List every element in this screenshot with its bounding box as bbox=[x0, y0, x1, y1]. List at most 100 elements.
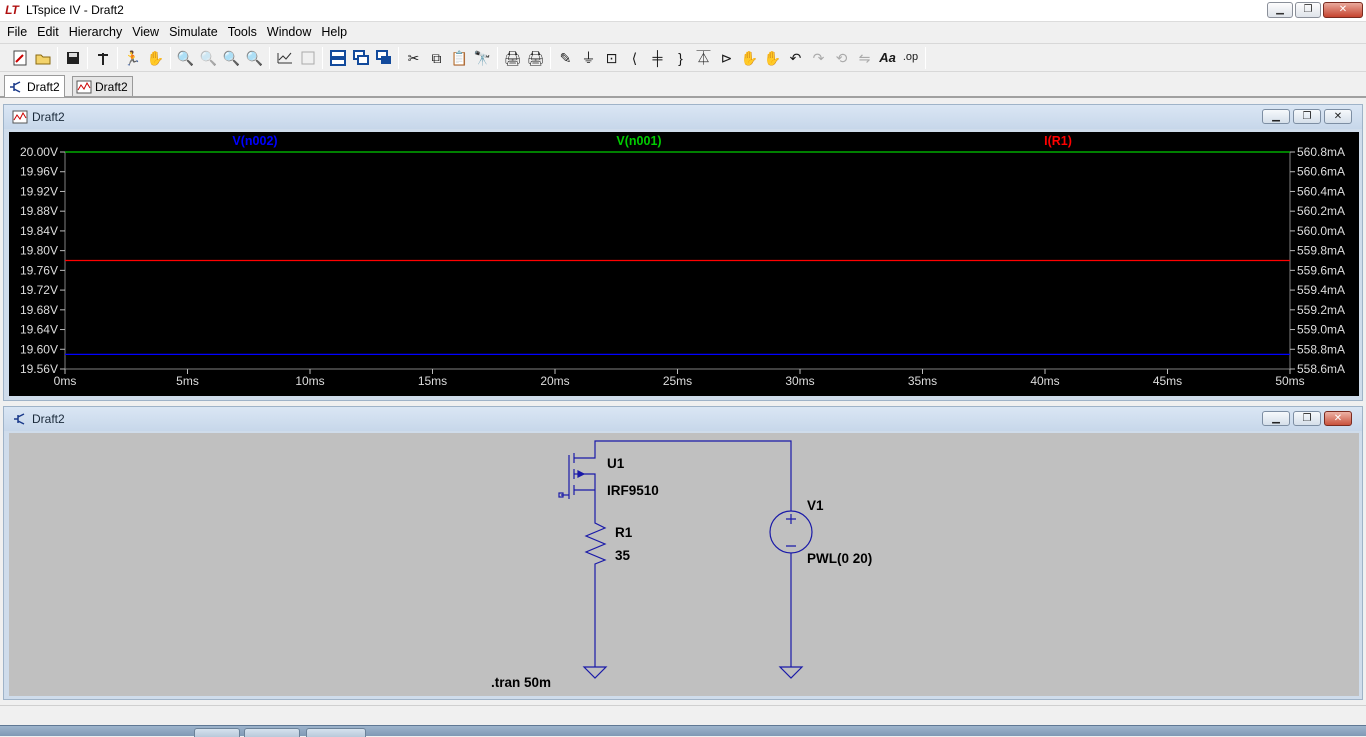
title-bar: LT LTspice IV - Draft2 ▁ ❐ ✕ bbox=[0, 0, 1366, 22]
status-bar bbox=[0, 705, 1366, 725]
y-right-tick-label: 559.4mA bbox=[1297, 283, 1345, 297]
print-setup-icon[interactable]: 🖨 bbox=[501, 46, 524, 69]
menu-tools[interactable]: Tools bbox=[223, 23, 262, 41]
minimize-button[interactable]: ▁ bbox=[1262, 109, 1290, 124]
menu-edit[interactable]: Edit bbox=[32, 23, 64, 41]
tab-label: Draft2 bbox=[95, 79, 128, 94]
minimize-button[interactable]: ▁ bbox=[1267, 2, 1293, 18]
zoom-in-icon[interactable]: 🔍 bbox=[174, 46, 197, 69]
toolbar-separator bbox=[398, 46, 399, 69]
zoom-out-icon[interactable]: 🔍 bbox=[220, 46, 243, 69]
ground-icon[interactable]: ⏚ bbox=[577, 46, 600, 69]
waveform-plot[interactable]: 20.00V 19.96V 19.92V 19.88V 19.84V 19.80V 19.7… bbox=[9, 132, 1359, 396]
y-left-tick-label: 19.56V bbox=[20, 362, 58, 376]
u1-designator[interactable]: U1 bbox=[607, 456, 625, 471]
y-right-tick-label: 560.4mA bbox=[1297, 184, 1345, 198]
y-left-tick-label: 19.84V bbox=[20, 224, 58, 238]
menu-window[interactable]: Window bbox=[262, 23, 316, 41]
menu-simulate[interactable]: Simulate bbox=[164, 23, 223, 41]
inductor-icon[interactable]: } bbox=[669, 46, 692, 69]
mirror-icon[interactable]: ⇋ bbox=[853, 46, 876, 69]
y-left-tick-label: 19.72V bbox=[20, 283, 58, 297]
toolbar-separator bbox=[497, 46, 498, 69]
cursor-grid-icon[interactable] bbox=[296, 46, 319, 69]
mosfet-u1[interactable] bbox=[558, 451, 596, 499]
tile-horizontal-icon[interactable] bbox=[326, 46, 349, 69]
ground-symbol[interactable] bbox=[778, 666, 804, 679]
drag-icon[interactable]: ✋ bbox=[761, 46, 784, 69]
move-icon[interactable]: ✋ bbox=[738, 46, 761, 69]
toolbar-separator bbox=[170, 46, 171, 69]
u1-value[interactable]: IRF9510 bbox=[607, 483, 659, 498]
close-button[interactable]: ✕ bbox=[1323, 2, 1363, 18]
label-net-icon[interactable]: ⊡ bbox=[600, 46, 623, 69]
menu-help[interactable]: Help bbox=[316, 23, 352, 41]
spice-directive[interactable]: .tran 50m bbox=[491, 675, 551, 690]
print-icon[interactable]: 🖨 bbox=[524, 46, 547, 69]
schematic-drawing[interactable]: U1 IRF9510 R1 35 V1 PWL(0 20) .tran 50m bbox=[9, 433, 1359, 696]
plot-area[interactable]: 20.00V 19.96V 19.92V 19.88V 19.84V 19.80V 19.7… bbox=[9, 132, 1359, 396]
ground-symbol[interactable] bbox=[582, 666, 608, 679]
resistor-r1[interactable] bbox=[584, 519, 607, 667]
minimize-button[interactable]: ▁ bbox=[1262, 411, 1290, 426]
undo-icon[interactable]: ↶ bbox=[784, 46, 807, 69]
x-tick-label: 50ms bbox=[1275, 374, 1304, 388]
zoom-fit-icon[interactable]: 🔍 bbox=[243, 46, 266, 69]
schematic-icon bbox=[10, 80, 21, 93]
y-left-tick-label: 19.76V bbox=[20, 263, 58, 277]
zoom-pan-icon[interactable]: 🔍 bbox=[197, 46, 220, 69]
cut-icon[interactable]: ✂ bbox=[402, 46, 425, 69]
tab-schematic[interactable]: Draft2 bbox=[4, 75, 65, 97]
close-all-icon[interactable] bbox=[372, 46, 395, 69]
copy-icon[interactable]: ⧉ bbox=[425, 46, 448, 69]
component-icon[interactable]: ⊳ bbox=[715, 46, 738, 69]
run-icon[interactable]: 🏃 bbox=[121, 46, 144, 69]
save-icon[interactable] bbox=[61, 46, 84, 69]
ltspice-app-icon[interactable]: LT bbox=[5, 3, 19, 17]
text-icon[interactable]: Aa bbox=[876, 46, 899, 69]
wire-top[interactable] bbox=[594, 440, 792, 511]
y-left-tick-label: 19.96V bbox=[20, 165, 58, 179]
toolbar-separator bbox=[117, 46, 118, 69]
waveform-window-titlebar[interactable]: Draft2 ▁ ❐ ✕ bbox=[4, 105, 1362, 129]
window-title: LTspice IV - Draft2 bbox=[26, 3, 124, 17]
r1-value[interactable]: 35 bbox=[615, 548, 631, 563]
capacitor-icon[interactable]: ╪ bbox=[646, 46, 669, 69]
close-button[interactable]: ✕ bbox=[1324, 411, 1352, 426]
restore-button[interactable]: ❐ bbox=[1295, 2, 1321, 18]
open-icon[interactable] bbox=[31, 46, 54, 69]
y-right-tick-label: 559.6mA bbox=[1297, 263, 1345, 277]
rotate-icon[interactable]: ⟲ bbox=[830, 46, 853, 69]
y-right-tick-label: 559.8mA bbox=[1297, 244, 1345, 258]
schematic-window-titlebar[interactable]: Draft2 ▁ ❐ ✕ bbox=[4, 407, 1362, 431]
document-tabs: Draft2 Draft2 bbox=[0, 73, 1366, 98]
menu-view[interactable]: View bbox=[127, 23, 164, 41]
autorange-icon[interactable] bbox=[273, 46, 296, 69]
v1-value[interactable]: PWL(0 20) bbox=[807, 551, 872, 566]
paste-icon[interactable]: 📋 bbox=[448, 46, 471, 69]
resistor-icon[interactable]: ⟨ bbox=[623, 46, 646, 69]
spice-directive-icon[interactable]: .op bbox=[899, 46, 922, 69]
x-tick-label: 45ms bbox=[1153, 374, 1182, 388]
draw-wire-icon[interactable]: ✎ bbox=[554, 46, 577, 69]
toolbar-separator bbox=[925, 46, 926, 69]
halt-icon[interactable]: ✋ bbox=[144, 46, 167, 69]
menu-file[interactable]: File bbox=[2, 23, 32, 41]
diode-icon[interactable]: ⏄ bbox=[692, 46, 715, 69]
restore-button[interactable]: ❐ bbox=[1293, 411, 1321, 426]
menu-hierarchy[interactable]: Hierarchy bbox=[64, 23, 128, 41]
close-button[interactable]: ✕ bbox=[1324, 109, 1352, 124]
restore-button[interactable]: ❐ bbox=[1293, 109, 1321, 124]
menu-bar: File Edit Hierarchy View Simulate Tools … bbox=[0, 22, 1366, 42]
cascade-icon[interactable] bbox=[349, 46, 372, 69]
redo-icon[interactable]: ↷ bbox=[807, 46, 830, 69]
tab-waveform[interactable]: Draft2 bbox=[72, 76, 133, 96]
find-icon[interactable]: 🔭 bbox=[471, 46, 494, 69]
control-panel-icon[interactable] bbox=[91, 46, 114, 69]
v1-designator[interactable]: V1 bbox=[807, 498, 824, 513]
schematic-canvas[interactable]: U1 IRF9510 R1 35 V1 PWL(0 20) .tran 50m bbox=[9, 433, 1359, 696]
r1-designator[interactable]: R1 bbox=[615, 525, 633, 540]
y-right-tick-label: 560.8mA bbox=[1297, 145, 1345, 159]
schematic-window-title: Draft2 bbox=[32, 412, 65, 426]
new-schematic-icon[interactable] bbox=[8, 46, 31, 69]
